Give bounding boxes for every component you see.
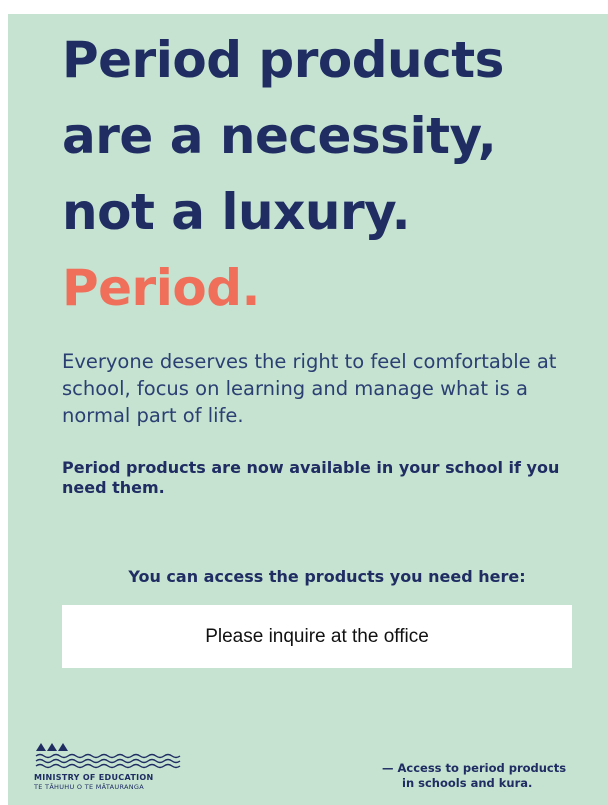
ministry-logo: MINISTRY OF EDUCATION TE TĀHUHU O TE MĀT… (34, 741, 204, 791)
access-label: You can access the products you need her… (128, 567, 526, 586)
availability-note: Period products are now available in you… (62, 458, 560, 497)
headline-line-2: are a necessity, (62, 107, 497, 165)
tagline-line-2: in schools and kura. (402, 776, 533, 790)
logo-subtitle: TE TĀHUHU O TE MĀTAURANGA (34, 783, 145, 791)
tagline-line-1: — Access to period products (382, 761, 567, 775)
tagline: — Access to period products in schools a… (382, 761, 566, 791)
logo-title: MINISTRY OF EDUCATION (34, 773, 154, 782)
headline-line-1: Period products (62, 31, 504, 89)
headline-line-3: not a luxury. (62, 183, 411, 241)
ministry-emblem-icon (35, 743, 181, 769)
headline-accent: Period. (62, 259, 260, 317)
poster: Period products are a necessity, not a l… (8, 14, 608, 805)
access-location-field[interactable]: Please inquire at the office (62, 605, 572, 668)
headline: Period products are a necessity, not a l… (62, 22, 504, 326)
body-paragraph: Everyone deserves the right to feel comf… (62, 350, 557, 427)
